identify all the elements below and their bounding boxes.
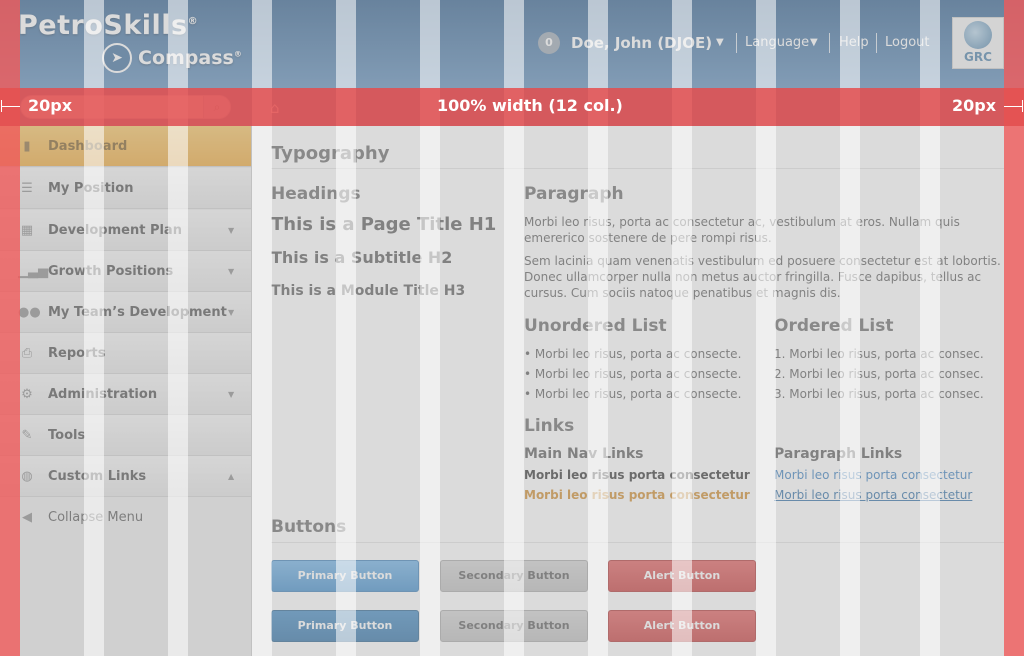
h1-sample: This is a Page Title H1	[271, 214, 497, 235]
toolbar: ▼ ⌕	[0, 88, 1024, 126]
paragraph-title: Paragraph	[524, 184, 624, 204]
bar-chart-icon: ▮	[23, 138, 31, 154]
divider	[271, 542, 1004, 543]
chevron-down-icon: ▼	[228, 266, 235, 276]
primary-button-hover[interactable]: Primary Button	[271, 610, 419, 642]
gears-icon: ⚙	[21, 386, 33, 402]
collapse-menu-button[interactable]: ◀ Collapse Menu	[0, 498, 251, 536]
sidebar-item-label: Reports	[48, 345, 106, 361]
search-button[interactable]: ⌕	[203, 95, 231, 119]
list-item: • Morbi leo risus, porta ac consecte.	[524, 347, 742, 361]
main-nav-link-hover[interactable]: Morbi leo risus porta consectetur	[524, 488, 750, 502]
petroskills-logo[interactable]: PetroSkills®	[18, 10, 198, 41]
paragraph-text: Sem lacinia quam venenatis vestibulum ed…	[524, 254, 1001, 300]
sidebar: ▮ Dashboard ☰ My Position ▦ Development …	[0, 126, 252, 656]
sidebar-item-label: Dashboard	[48, 138, 128, 154]
sidebar-item-label: Development Plan	[48, 222, 182, 238]
globe-icon	[964, 21, 992, 49]
brand-bottom-text: Compass®	[138, 47, 242, 69]
secondary-button[interactable]: Secondary Button	[440, 560, 588, 592]
paragraph-links-title: Paragraph Links	[774, 446, 903, 462]
unordered-list: • Morbi leo risus, porta ac consecte. • …	[524, 344, 741, 404]
team-icon: ●●	[18, 304, 41, 320]
primary-button[interactable]: Primary Button	[271, 560, 419, 592]
divider	[271, 168, 1004, 169]
list-item: • Morbi leo risus, porta ac consecte.	[524, 387, 742, 401]
chevron-down-icon[interactable]: ▼	[716, 37, 724, 48]
collapse-arrow-icon: ◀	[22, 509, 32, 525]
notification-count-badge[interactable]: 0	[538, 32, 560, 54]
h3-sample: This is a Module Title H3	[271, 283, 466, 299]
chevron-up-icon: ▲	[228, 471, 235, 481]
links-title: Links	[524, 416, 575, 436]
chevron-down-icon: ▼	[228, 389, 235, 399]
brand-top-mark: ®	[187, 16, 199, 27]
home-icon[interactable]: ⌂	[270, 99, 280, 117]
headings-title: Headings	[271, 184, 361, 204]
header-divider	[876, 33, 877, 53]
list-icon: ☰	[21, 180, 33, 196]
compass-logo[interactable]: ➤ Compass®	[102, 42, 242, 74]
sidebar-item-label: My Position	[48, 180, 134, 196]
sidebar-item-label: Administration	[48, 386, 158, 402]
signal-icon: ▁▃▅	[18, 263, 48, 279]
wrench-icon: ✎	[21, 427, 33, 443]
language-menu[interactable]: Language	[745, 35, 809, 50]
app-header: PetroSkills® ➤ Compass® 0 Doe, John (DJO…	[0, 0, 1024, 88]
chevron-down-icon: ▼	[228, 307, 235, 317]
compass-icon: ➤	[102, 43, 132, 73]
page-title: Typography	[271, 143, 390, 164]
sidebar-item-tools[interactable]: ✎ Tools	[0, 415, 251, 456]
sidebar-item-my-teams-development[interactable]: ●● My Team’s Development ▼	[0, 292, 251, 333]
alert-button[interactable]: Alert Button	[608, 560, 756, 592]
list-item: • Morbi leo risus, porta ac consecte.	[524, 367, 742, 381]
buttons-title: Buttons	[271, 517, 347, 537]
globe-icon: ◍	[21, 468, 33, 484]
sidebar-item-label: Custom Links	[48, 468, 147, 484]
header-divider	[829, 33, 830, 53]
ordered-list: 1. Morbi leo risus, porta ac consec. 2. …	[774, 344, 984, 404]
search-input[interactable]: ▼	[20, 95, 230, 119]
sidebar-item-dashboard[interactable]: ▮ Dashboard	[0, 126, 251, 167]
sidebar-item-development-plan[interactable]: ▦ Development Plan ▼	[0, 210, 251, 251]
paragraph-link[interactable]: Morbi leo risus porta consectetur	[774, 468, 972, 482]
secondary-button-hover[interactable]: Secondary Button	[440, 610, 588, 642]
sidebar-item-my-position[interactable]: ☰ My Position	[0, 168, 251, 209]
user-menu[interactable]: Doe, John (DJOE)	[571, 34, 712, 52]
list-item: 3. Morbi leo risus, porta ac consec.	[774, 387, 984, 401]
search-icon: ⌕	[213, 100, 221, 114]
chevron-down-icon: ▼	[228, 225, 235, 235]
list-item: 1. Morbi leo risus, porta ac consec.	[774, 347, 984, 361]
sidebar-item-label: My Team’s Development	[48, 304, 227, 320]
main-nav-links-title: Main Nav Links	[524, 446, 644, 462]
paragraph-text: Morbi leo risus, porta ac consectetur ac…	[524, 215, 960, 245]
calendar-icon: ▦	[20, 222, 34, 238]
sidebar-item-custom-links[interactable]: ◍ Custom Links ▲	[0, 456, 251, 497]
list-item: 2. Morbi leo risus, porta ac consec.	[774, 367, 984, 381]
printer-icon: ⎙	[21, 345, 33, 361]
logout-link[interactable]: Logout	[885, 35, 930, 50]
unordered-list-title: Unordered List	[524, 316, 667, 336]
help-link[interactable]: Help	[839, 35, 869, 50]
header-divider	[736, 33, 737, 53]
grc-label: GRC	[964, 50, 992, 64]
chevron-down-icon[interactable]: ▼	[810, 37, 818, 48]
sidebar-item-label: Growth Positions	[48, 263, 174, 279]
brand-top-text: PetroSkills	[18, 10, 188, 41]
sidebar-item-growth-positions[interactable]: ▁▃▅ Growth Positions ▼	[0, 251, 251, 292]
sidebar-item-reports[interactable]: ⎙ Reports	[0, 333, 251, 374]
sidebar-item-administration[interactable]: ⚙ Administration ▼	[0, 374, 251, 415]
alert-button-hover[interactable]: Alert Button	[608, 610, 756, 642]
ordered-list-title: Ordered List	[774, 316, 894, 336]
main-content: Typography Headings This is a Page Title…	[252, 126, 1024, 656]
main-nav-link[interactable]: Morbi leo risus porta consectetur	[524, 468, 750, 482]
h2-sample: This is a Subtitle H2	[271, 248, 453, 267]
collapse-menu-label: Collapse Menu	[48, 509, 144, 525]
paragraph-link-hover[interactable]: Morbi leo risus porta consectetur	[774, 488, 972, 502]
sidebar-item-label: Tools	[48, 427, 86, 443]
grc-button[interactable]: GRC	[952, 17, 1004, 69]
